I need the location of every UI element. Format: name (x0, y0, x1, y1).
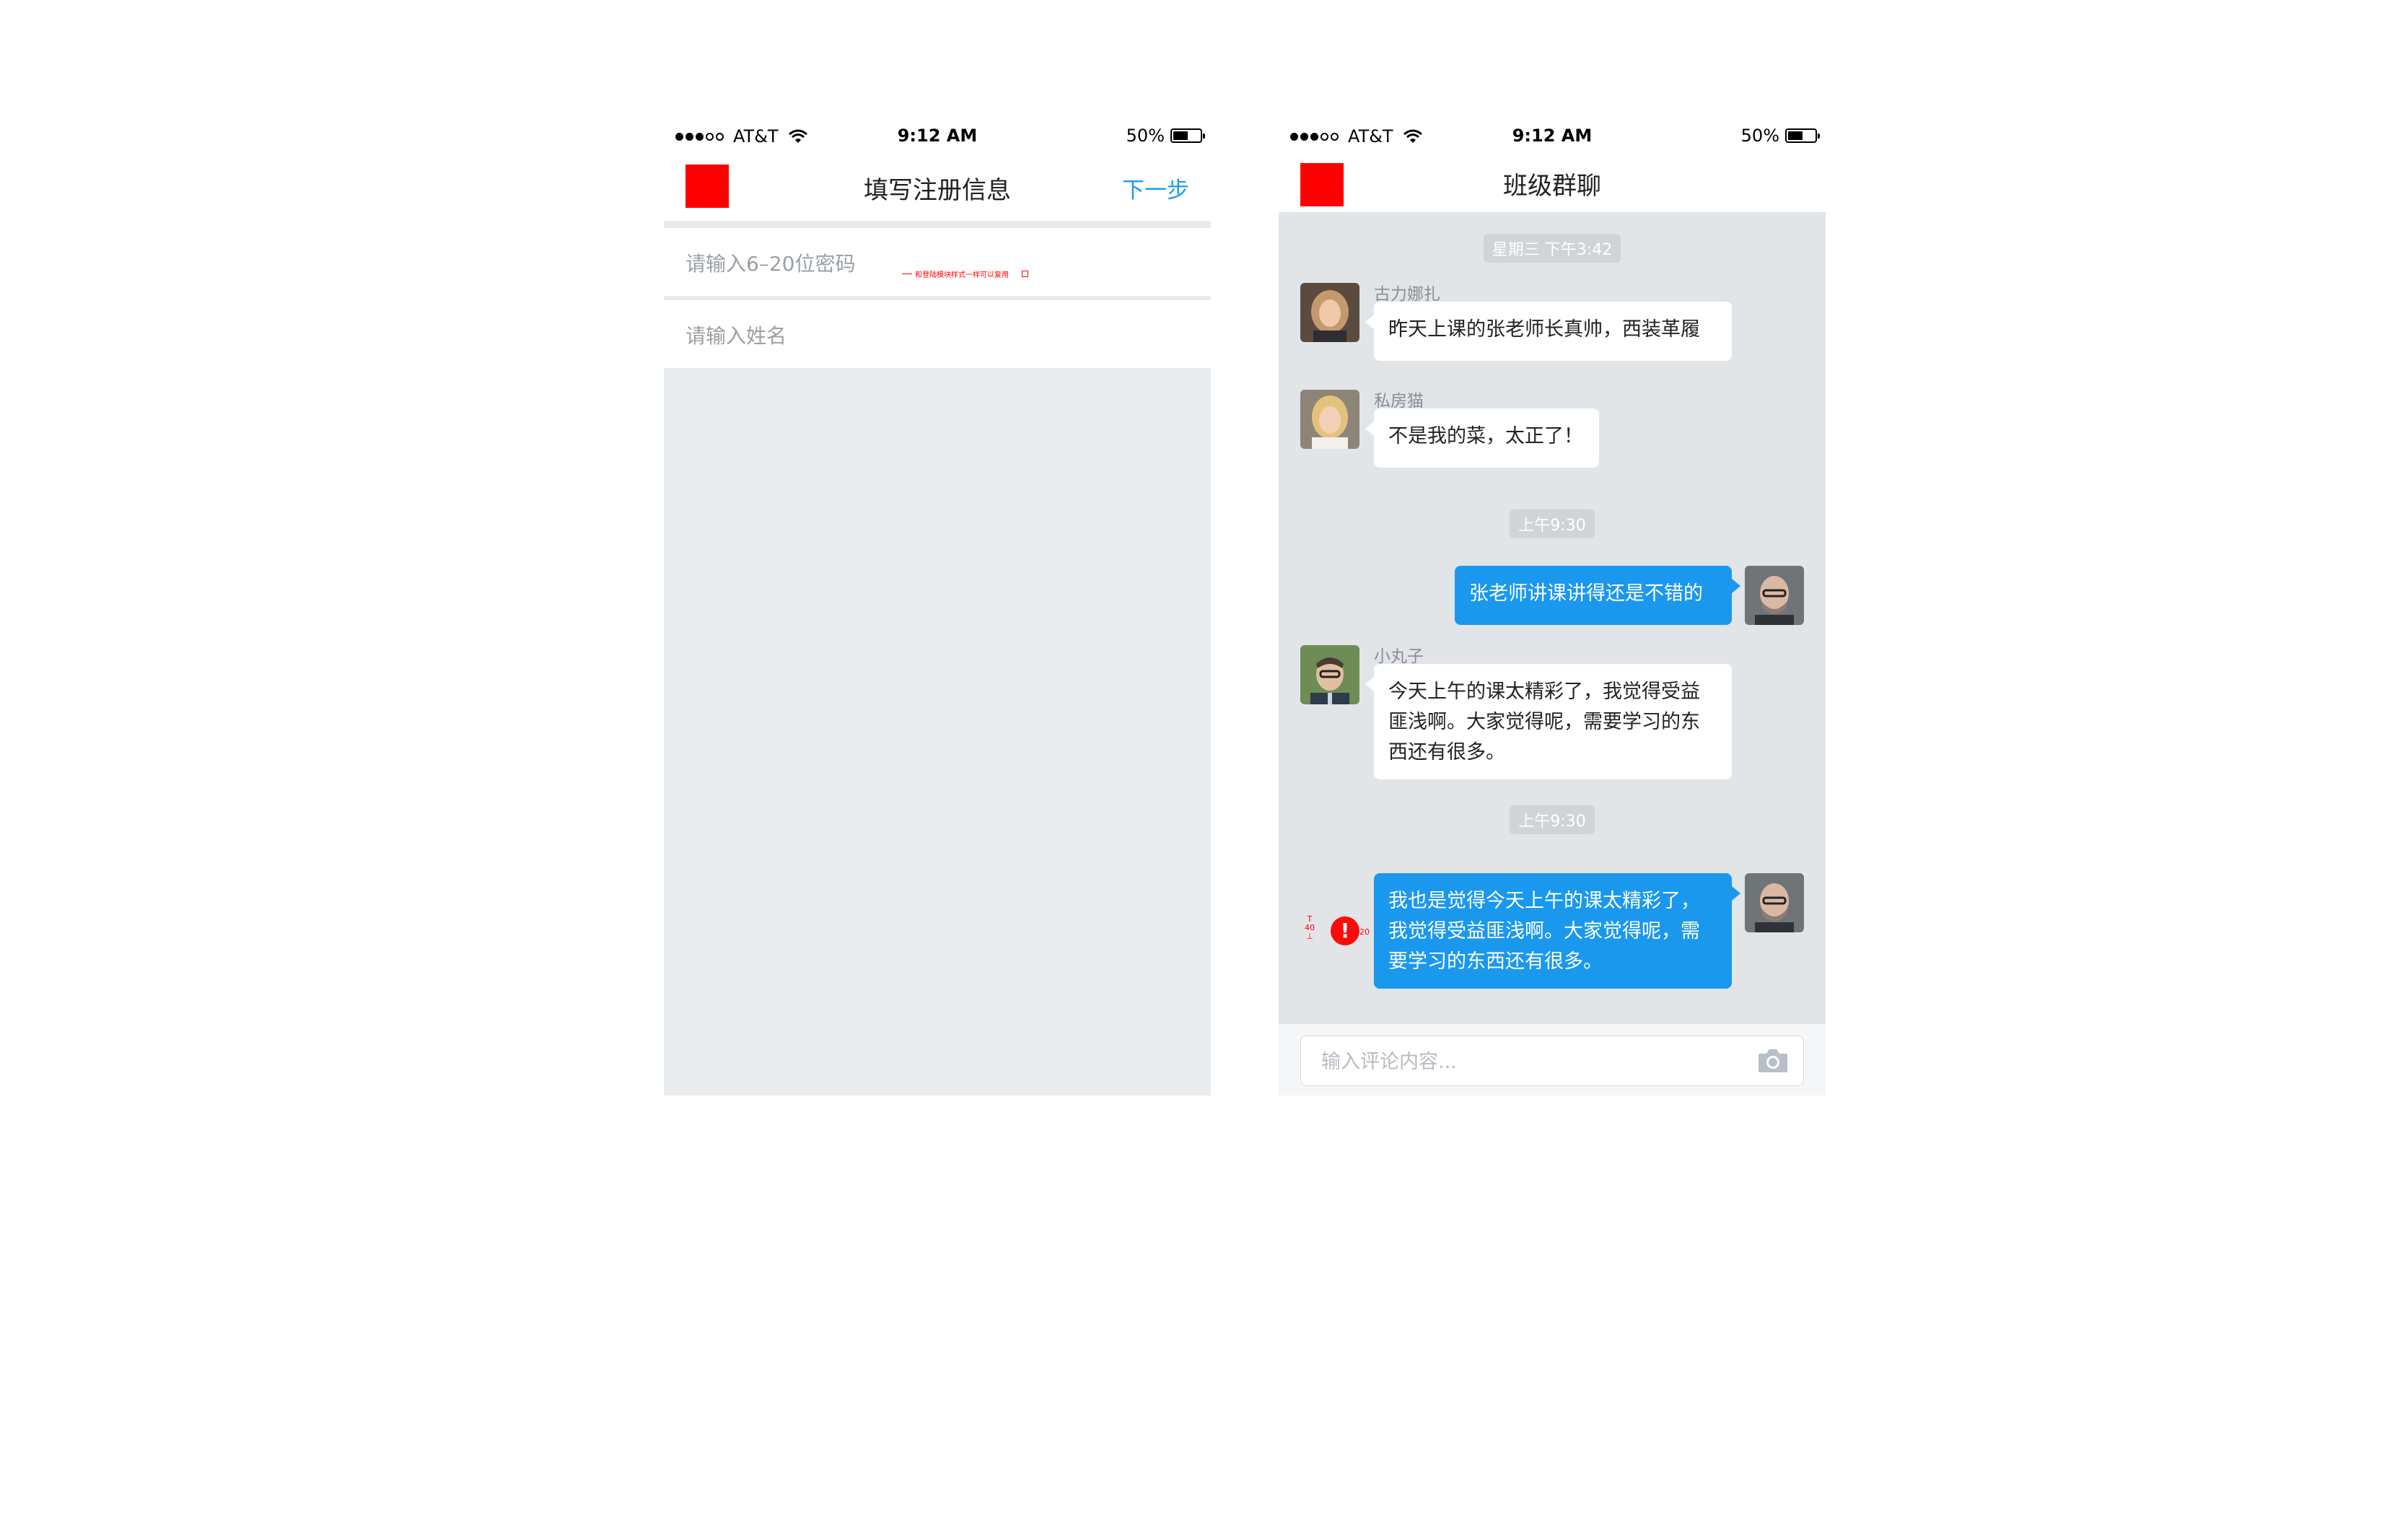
nav-bar: 填写注册信息 下一步 (664, 159, 1211, 221)
battery-percent: 50% (1126, 126, 1165, 146)
spec-gap-mark: 20 (1359, 927, 1370, 937)
nav-bar: 班级群聊 (1279, 159, 1826, 212)
camera-icon[interactable] (1757, 1048, 1789, 1074)
timestamp: 星期三 下午3:42 (1279, 234, 1826, 263)
status-bar: AT&T 9:12 AM 50% (1279, 113, 1826, 159)
user-photo-icon (1300, 645, 1359, 704)
comment-bar (1279, 1023, 1826, 1095)
register-screen: AT&T 9:12 AM 50% 填写注册信息 下一步 请输入6–20位密码 和… (664, 113, 1211, 1095)
name-placeholder: 请输入姓名 (686, 324, 787, 348)
user-photo-icon (1745, 873, 1804, 932)
password-field[interactable]: 请输入6–20位密码 和登陆模块样式一样可以复用 (664, 228, 1211, 296)
annotation-text: 和登陆模块样式一样可以复用 (915, 271, 1009, 279)
message-bubble[interactable]: 今天上午的课太精彩了，我觉得受益匪浅啊。大家觉得呢，需要学习的东西还有很多。 (1365, 664, 1732, 779)
sender-name: 私房猫 (1374, 392, 1424, 411)
avatar[interactable] (1300, 645, 1359, 704)
chat-screen: AT&T 9:12 AM 50% 班级群聊 星期三 下午3:42 古力娜扎 昨天… (1279, 113, 1826, 1095)
send-failed-icon[interactable]: ! (1331, 916, 1359, 945)
sender-name: 小丸子 (1374, 647, 1424, 666)
battery-percent: 50% (1740, 126, 1779, 146)
message-bubble[interactable]: 昨天上课的张老师长真帅，西装革履 (1365, 302, 1732, 361)
name-field[interactable]: 请输入姓名 (664, 300, 1211, 368)
battery-icon (1785, 128, 1820, 143)
form-area: 请输入6–20位密码 和登陆模块样式一样可以复用 请输入姓名 (664, 221, 1211, 1095)
spec-height-mark: T 40 ⊥ (1305, 914, 1315, 941)
status-bar: AT&T 9:12 AM 50% (664, 113, 1211, 159)
timestamp: 上午9:30 (1279, 805, 1826, 834)
message-bubble-outgoing[interactable]: 我也是觉得今天上午的课太精彩了，我觉得受益匪浅啊。大家觉得呢，需要学习的东西还有… (1374, 873, 1740, 989)
comment-input[interactable] (1320, 1045, 1727, 1078)
password-placeholder: 请输入6–20位密码 (686, 252, 856, 276)
battery-icon (1170, 128, 1205, 143)
avatar[interactable] (1300, 283, 1359, 342)
comment-box[interactable] (1300, 1036, 1804, 1086)
message-bubble[interactable]: 不是我的菜，太正了！ (1365, 408, 1599, 468)
chat-area: 星期三 下午3:42 古力娜扎 昨天上课的张老师长真帅，西装革履 私房猫 不是我… (1279, 212, 1826, 1023)
user-photo-icon (1300, 390, 1359, 449)
message-bubble-outgoing[interactable]: 张老师讲课讲得还是不错的 (1455, 566, 1740, 625)
design-annotation: 和登陆模块样式一样可以复用 (902, 268, 1028, 279)
page-title: 班级群聊 (1503, 172, 1601, 201)
avatar[interactable] (1300, 390, 1359, 449)
user-photo-icon (1745, 566, 1804, 625)
sender-name: 古力娜扎 (1374, 285, 1440, 304)
my-avatar[interactable] (1745, 566, 1804, 625)
user-photo-icon (1300, 283, 1359, 342)
next-step-button[interactable]: 下一步 (1122, 172, 1189, 204)
my-avatar[interactable] (1745, 873, 1804, 932)
timestamp: 上午9:30 (1279, 509, 1826, 538)
